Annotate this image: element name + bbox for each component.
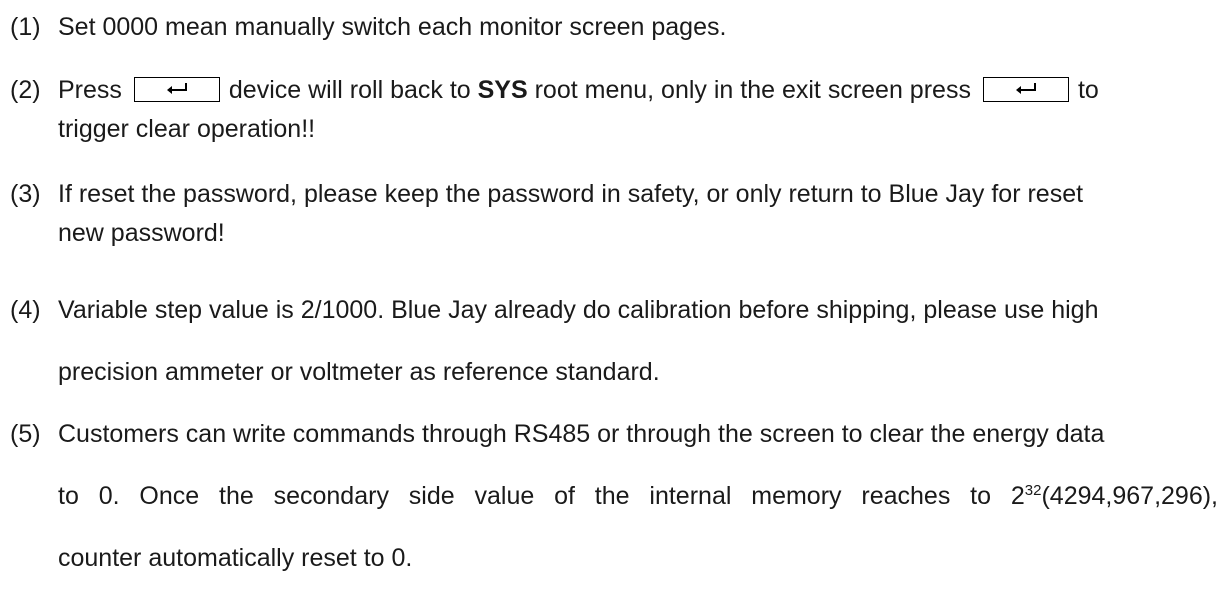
note-number: (1) xyxy=(10,13,41,41)
note-number: (2) xyxy=(10,76,41,104)
exponent: 32 xyxy=(1024,482,1042,499)
note-text-part: root menu, only in the exit screen press xyxy=(534,76,971,104)
note-text-line: new password! xyxy=(58,219,225,247)
note-text-line: precision ammeter or voltmeter as refere… xyxy=(58,358,660,386)
note-text-line: counter automatically reset to 0. xyxy=(58,544,413,572)
note-text-line: Variable step value is 2/1000. Blue Jay … xyxy=(58,296,1099,324)
note-text-line: If reset the password, please keep the p… xyxy=(58,180,1084,208)
note-text-part: device will roll back to xyxy=(228,76,471,104)
note-number: (5) xyxy=(10,420,41,448)
note-text-part: to 0. Once the secondary side value of t… xyxy=(58,482,1025,510)
note-1: (1) Set 0000 mean manually switch each m… xyxy=(10,8,1218,47)
note-text: Set 0000 mean manually switch each monit… xyxy=(58,13,727,41)
note-text: If reset the password, please keep the p… xyxy=(58,175,1218,253)
enter-key-icon xyxy=(1015,83,1036,94)
note-text-part: (4294,967,296), xyxy=(1041,482,1218,510)
note-3: (3) If reset the password, please keep t… xyxy=(10,175,1218,253)
enter-key-box xyxy=(133,77,220,102)
enter-key-box xyxy=(982,77,1069,102)
note-text: Press device will roll back to SYS root m… xyxy=(58,71,1218,149)
note-text: Variable step value is 2/1000. Blue Jay … xyxy=(58,279,1218,403)
note-text-part: to xyxy=(1077,76,1099,104)
note-5: (5) Customers can write commands through… xyxy=(10,403,1218,589)
note-number: (3) xyxy=(10,180,41,208)
note-4: (4) Variable step value is 2/1000. Blue … xyxy=(10,279,1218,403)
note-2: (2) Press device will roll back to SYS ro… xyxy=(10,71,1218,149)
sys-label: SYS xyxy=(477,76,528,104)
note-text-line: to 0. Once the secondary side value of t… xyxy=(58,465,1218,527)
note-number: (4) xyxy=(10,296,41,324)
note-text-line: Customers can write commands through RS4… xyxy=(58,420,1105,448)
note-text-part: Press xyxy=(58,76,122,104)
note-text: Customers can write commands through RS4… xyxy=(58,403,1218,589)
enter-key-icon xyxy=(166,83,187,94)
note-text-line: trigger clear operation!! xyxy=(58,115,316,143)
